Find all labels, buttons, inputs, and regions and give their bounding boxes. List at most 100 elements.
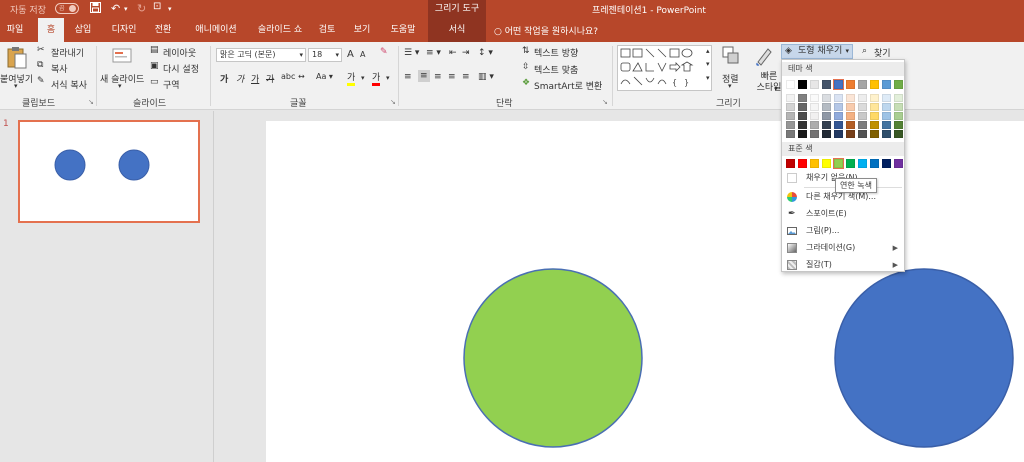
theme-shade-swatch[interactable]	[810, 130, 819, 138]
theme-color-swatch[interactable]	[810, 80, 819, 89]
theme-color-swatch[interactable]	[798, 80, 807, 89]
theme-shade-swatch[interactable]	[846, 112, 855, 120]
theme-color-swatch[interactable]	[822, 80, 831, 89]
bold-button[interactable]: 가	[220, 72, 228, 85]
theme-shade-swatch[interactable]	[822, 112, 831, 120]
align-center-icon[interactable]: ≡	[418, 70, 430, 82]
shapes-gallery[interactable]: {}	[617, 45, 712, 91]
standard-color-swatch[interactable]	[798, 159, 807, 168]
save-icon[interactable]	[90, 2, 101, 16]
theme-shade-swatch[interactable]	[798, 94, 807, 102]
theme-shade-swatch[interactable]	[882, 94, 891, 102]
standard-color-swatch[interactable]	[846, 159, 855, 168]
section-button[interactable]: 구역	[163, 78, 180, 91]
justify-icon[interactable]: ≡	[448, 72, 456, 82]
text-direction-button[interactable]: 텍스트 방향	[534, 46, 578, 59]
quick-styles-button[interactable]: 빠른 스타일	[756, 72, 782, 94]
theme-shade-swatch[interactable]	[786, 94, 795, 102]
paste-dropdown-icon[interactable]: ▾	[14, 82, 18, 90]
reset-icon[interactable]: ▣	[150, 61, 159, 71]
theme-shade-swatch[interactable]	[870, 112, 879, 120]
theme-shade-swatch[interactable]	[786, 103, 795, 111]
clear-formatting-icon[interactable]: ✎	[380, 47, 388, 57]
theme-shade-swatch[interactable]	[786, 112, 795, 120]
smartart-icon[interactable]: ❖	[522, 78, 530, 88]
text-direction-icon[interactable]: ⇅	[522, 46, 530, 56]
layout-icon[interactable]: ▤	[150, 45, 159, 55]
gallery-more-icon[interactable]: ▾	[706, 74, 710, 82]
gallery-up-icon[interactable]: ▴	[706, 47, 710, 55]
theme-shade-swatch[interactable]	[798, 103, 807, 111]
theme-shade-swatch[interactable]	[870, 130, 879, 138]
theme-color-swatch[interactable]	[882, 80, 891, 89]
slide-canvas[interactable]	[266, 121, 1024, 462]
theme-shade-swatch[interactable]	[834, 130, 843, 138]
theme-shade-swatch[interactable]	[882, 112, 891, 120]
theme-shade-swatch[interactable]	[858, 94, 867, 102]
arrange-icon[interactable]	[722, 46, 740, 69]
theme-shade-swatch[interactable]	[810, 112, 819, 120]
cut-icon[interactable]: ✂	[37, 45, 45, 55]
tab-help[interactable]: 도움말	[383, 18, 423, 42]
standard-color-swatch[interactable]	[786, 159, 795, 168]
theme-shade-swatch[interactable]	[894, 94, 903, 102]
tab-review[interactable]: 검토	[312, 18, 342, 42]
tab-format[interactable]: 서식	[428, 18, 486, 42]
theme-shade-swatch[interactable]	[858, 112, 867, 120]
smartart-button[interactable]: SmartArt로 변환	[534, 79, 602, 92]
theme-shade-swatch[interactable]	[858, 121, 867, 129]
tab-view[interactable]: 보기	[348, 18, 376, 42]
theme-shade-swatch[interactable]	[870, 94, 879, 102]
char-spacing-icon[interactable]: ↔	[298, 72, 305, 81]
new-slide-dropdown-icon[interactable]: ▾	[118, 82, 122, 90]
theme-shade-swatch[interactable]	[882, 103, 891, 111]
picture-item[interactable]: 그림(P)...	[782, 223, 904, 239]
underline-button[interactable]: 가	[251, 72, 259, 85]
numbering-icon[interactable]: ≡ ▾	[426, 48, 441, 58]
font-color-icon[interactable]: 가	[372, 70, 381, 86]
theme-shade-swatch[interactable]	[822, 121, 831, 129]
theme-color-swatch[interactable]	[846, 80, 855, 89]
layout-button[interactable]: 레이아웃	[163, 46, 196, 59]
theme-shade-swatch[interactable]	[846, 94, 855, 102]
theme-shade-swatch[interactable]	[858, 130, 867, 138]
theme-shade-swatch[interactable]	[822, 94, 831, 102]
theme-shade-swatch[interactable]	[810, 103, 819, 111]
theme-shade-swatch[interactable]	[894, 130, 903, 138]
align-right-icon[interactable]: ≡	[434, 72, 442, 82]
undo-dropdown-icon[interactable]: ▾	[124, 5, 128, 13]
tab-transitions[interactable]: 전환	[148, 18, 178, 42]
eyedropper-item[interactable]: ✒ 스포이트(E)	[782, 206, 904, 222]
theme-shade-swatch[interactable]	[798, 112, 807, 120]
theme-shade-swatch[interactable]	[810, 94, 819, 102]
theme-shade-swatch[interactable]	[894, 121, 903, 129]
decrease-indent-icon[interactable]: ⇤	[449, 48, 457, 58]
theme-shade-swatch[interactable]	[786, 121, 795, 129]
theme-shade-swatch[interactable]	[786, 130, 795, 138]
paste-icon[interactable]	[6, 46, 28, 73]
format-painter-button[interactable]: 서식 복사	[51, 78, 87, 91]
format-painter-icon[interactable]: ✎	[37, 76, 45, 86]
theme-shade-swatch[interactable]	[798, 130, 807, 138]
theme-color-swatch[interactable]	[870, 80, 879, 89]
redo-icon[interactable]: ↻	[137, 2, 146, 15]
section-icon[interactable]: ▭	[150, 77, 159, 87]
find-button[interactable]: 찾기	[874, 46, 891, 59]
theme-shade-swatch[interactable]	[882, 130, 891, 138]
tab-slideshow[interactable]: 슬라이드 쇼	[251, 18, 309, 42]
clipboard-launcher-icon[interactable]: ↘	[88, 98, 94, 106]
theme-color-swatch[interactable]	[858, 80, 867, 89]
shadow-icon[interactable]: abc	[281, 72, 295, 81]
theme-shade-swatch[interactable]	[846, 121, 855, 129]
chevron-down-icon[interactable]: ▾	[774, 85, 778, 93]
theme-shade-swatch[interactable]	[894, 112, 903, 120]
tab-home[interactable]: 홈	[38, 18, 64, 42]
theme-shade-swatch[interactable]	[834, 103, 843, 111]
distributed-icon[interactable]: ≡	[462, 72, 470, 82]
texture-item[interactable]: 질감(T) ▶	[782, 257, 904, 273]
standard-color-swatch[interactable]	[858, 159, 867, 168]
slide-thumbnail[interactable]	[18, 120, 200, 223]
font-size-combo[interactable]: 18 ▾	[308, 48, 342, 62]
tab-animations[interactable]: 애니메이션	[186, 18, 246, 42]
standard-color-swatch[interactable]	[882, 159, 891, 168]
